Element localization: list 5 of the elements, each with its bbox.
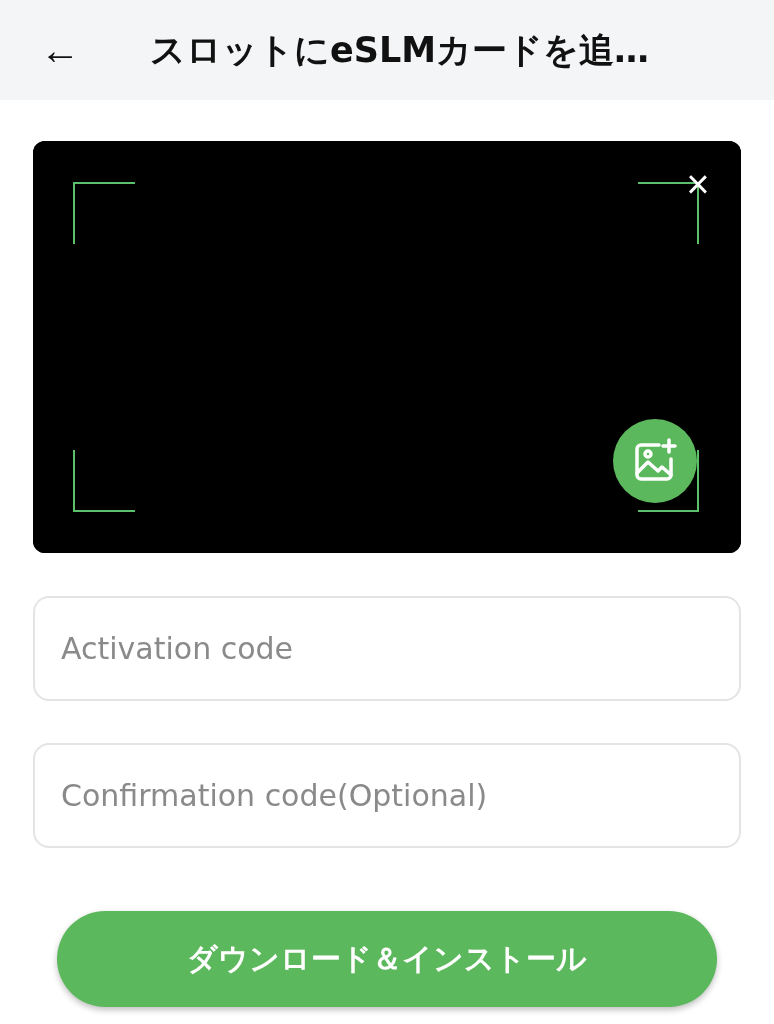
input-field[interactable]: Activation code xyxy=(33,596,741,701)
input-field[interactable]: Confirmation code(Optional) xyxy=(33,743,741,848)
close-button[interactable]: × xyxy=(683,164,713,204)
back-button[interactable]: ← xyxy=(38,30,82,70)
page-title: スロットにeSLMカードを追… xyxy=(150,28,650,72)
